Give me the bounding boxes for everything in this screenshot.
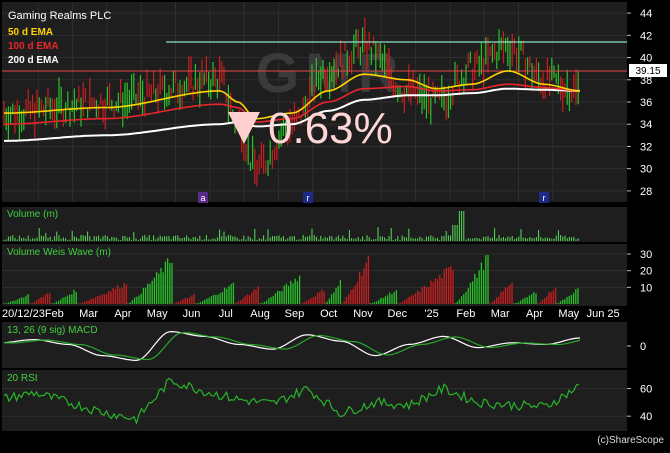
x-tick-label: Jun 25 xyxy=(587,308,620,320)
y-tick-label: 34 xyxy=(640,119,652,131)
rsi-panel-title: 20 RSI xyxy=(7,373,38,384)
x-tick-label: Mar xyxy=(79,308,98,320)
y-tick-label: 30 xyxy=(640,164,652,176)
svg-text:a: a xyxy=(200,193,205,203)
x-tick-label: Nov xyxy=(353,308,373,320)
rsi-panel[interactable] xyxy=(2,370,627,431)
x-tick-label: Sep xyxy=(285,308,305,320)
svg-text:r: r xyxy=(307,193,310,203)
x-tick-label: '25 xyxy=(424,308,438,320)
legend-ema-200: 200 d EMA xyxy=(8,55,59,66)
svg-text:r: r xyxy=(543,193,546,203)
x-tick-label: Feb xyxy=(45,308,64,320)
copyright: (c)ShareScope xyxy=(597,435,664,446)
y-tick-label: 44 xyxy=(640,8,652,20)
sharescope-chart-window: GMR 0.63% Gaming Realms PLC 50 d EMA 100… xyxy=(0,0,670,448)
macd-panel-title: 13, 26 (9 sig) MACD xyxy=(7,325,98,336)
y-tick-label: 40 xyxy=(640,411,652,423)
volume-panel-title: Volume (m) xyxy=(7,209,58,220)
x-tick-label: Apr xyxy=(526,308,543,320)
y-tick-label: 32 xyxy=(640,141,652,153)
event-marker-a[interactable]: a xyxy=(198,192,208,203)
x-tick-label: Jul xyxy=(219,308,233,320)
legend-ema-50: 50 d EMA xyxy=(8,27,53,38)
x-tick-label: 20/12/23 xyxy=(2,308,45,320)
event-marker-r2[interactable]: r xyxy=(539,192,549,203)
x-tick-label: Jun xyxy=(183,308,201,320)
x-tick-label: Mar xyxy=(491,308,510,320)
weis-panel-title: Volume Weis Wave (m) xyxy=(7,247,111,258)
x-tick-label: Aug xyxy=(250,308,270,320)
y-tick-label: 30 xyxy=(640,249,652,261)
x-tick-label: May xyxy=(558,308,579,320)
y-tick-label: 42 xyxy=(640,30,652,42)
y-tick-label: 10 xyxy=(640,282,652,294)
y-tick-label: 38 xyxy=(640,75,652,87)
y-tick-label: 0 xyxy=(640,341,646,353)
x-tick-label: Feb xyxy=(456,308,475,320)
x-tick-label: Oct xyxy=(320,308,337,320)
y-tick-label: 36 xyxy=(640,97,652,109)
change-percent: 0.63% xyxy=(268,104,393,153)
x-tick-label: May xyxy=(147,308,168,320)
y-tick-label: 28 xyxy=(640,186,652,198)
instrument-title: Gaming Realms PLC xyxy=(8,10,111,22)
x-tick-label: Apr xyxy=(114,308,131,320)
y-tick-label: 20 xyxy=(640,266,652,278)
chart-canvas[interactable]: GMR 0.63% Gaming Realms PLC 50 d EMA 100… xyxy=(0,0,670,448)
x-tick-label: Dec xyxy=(388,308,408,320)
y-tick-label: 40 xyxy=(640,53,652,65)
event-marker-r1[interactable]: r xyxy=(303,192,313,203)
legend-ema-100: 100 d EMA xyxy=(8,41,59,52)
y-tick-label: 60 xyxy=(640,384,652,396)
